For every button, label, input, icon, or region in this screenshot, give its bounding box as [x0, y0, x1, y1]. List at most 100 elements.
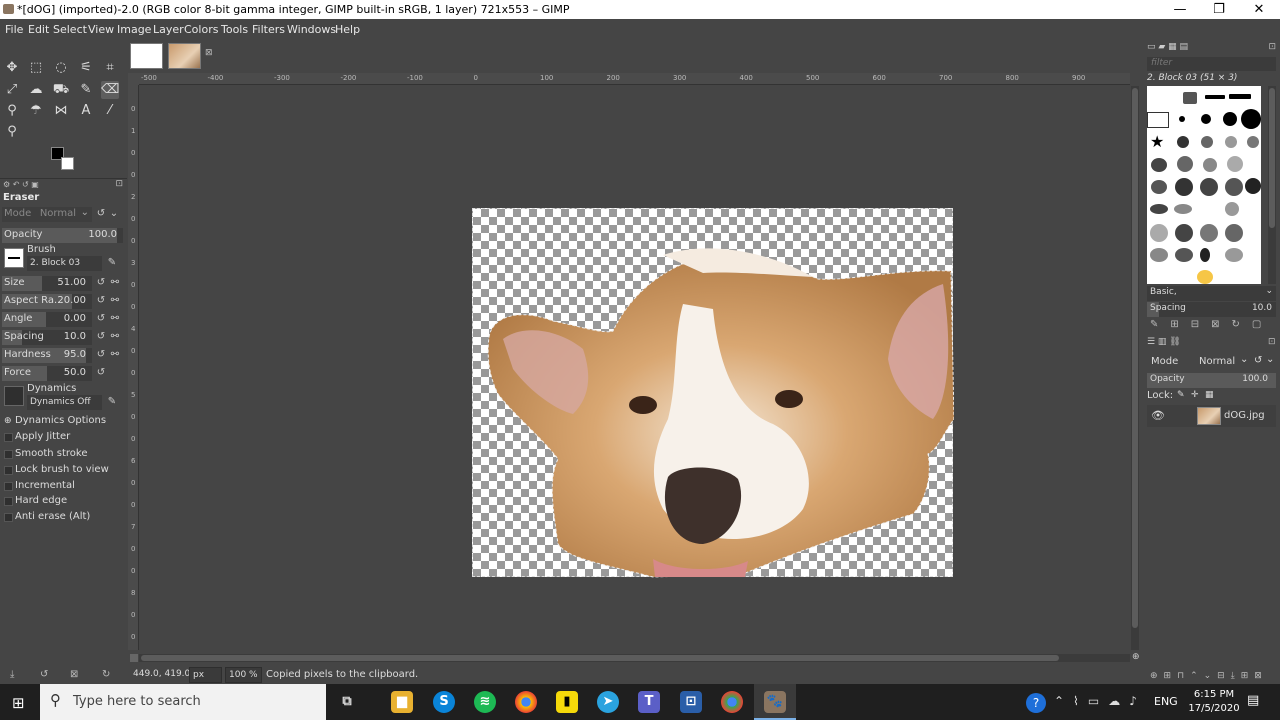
paths-tool-icon[interactable]: ⋈: [52, 102, 70, 120]
ruler-top[interactable]: -500 -400 -300 -200 -100 0 100 200 300 400 500 600 7…: [139, 73, 1130, 85]
image-tab-blank[interactable]: [130, 43, 163, 69]
minimize-button[interactable]: —: [1160, 0, 1200, 19]
menu-windows[interactable]: Windows: [287, 23, 336, 36]
dynamics-options-expander[interactable]: Dynamics Options: [15, 415, 106, 426]
brush-item[interactable]: [1150, 224, 1168, 242]
visibility-eye-icon[interactable]: 👁: [1151, 409, 1165, 422]
brush-item[interactable]: [1205, 95, 1225, 99]
windows-start-icon[interactable]: ⊞: [12, 694, 25, 712]
brush-item[interactable]: [1151, 158, 1167, 172]
vertical-scrollbar[interactable]: [1131, 86, 1139, 650]
app-icon[interactable]: ⊡: [680, 691, 702, 713]
mode-menu-icon[interactable]: ⌄: [108, 207, 120, 221]
sticky-notes-icon[interactable]: ▮: [556, 691, 578, 713]
aspect-reset-icon[interactable]: ↺: [95, 294, 107, 308]
layers-dock-menu-icon[interactable]: ⊡: [1268, 337, 1276, 347]
brushes-tabs[interactable]: ▭ ▰ ▦ ▤: [1147, 42, 1188, 52]
size-reset-icon[interactable]: ↺: [95, 276, 107, 290]
force-slider[interactable]: Force 50.0: [2, 366, 92, 381]
vertical-scroll-thumb[interactable]: [1132, 88, 1138, 628]
brush-item[interactable]: [1174, 204, 1192, 214]
aspect-link-icon[interactable]: ⚯: [109, 294, 121, 308]
layer-mode-reset-icon[interactable]: ↺: [1254, 355, 1262, 366]
rect-select-tool-icon[interactable]: ⬚: [27, 59, 45, 77]
hardness-link-icon[interactable]: ⚯: [109, 348, 121, 362]
angle-link-icon[interactable]: ⚯: [109, 312, 121, 326]
angle-slider[interactable]: Angle 0.00: [2, 312, 92, 327]
quick-mask-toggle[interactable]: [130, 654, 138, 662]
brush-grid[interactable]: ★: [1147, 86, 1261, 284]
spacing-slider[interactable]: Spacing 10.0: [2, 330, 92, 345]
size-slider[interactable]: Size 51.00: [2, 276, 92, 291]
brush-item[interactable]: [1245, 178, 1261, 194]
brush-name-field[interactable]: 2. Block 03: [27, 256, 102, 271]
image-tab-dog[interactable]: [168, 43, 201, 69]
menu-edit[interactable]: Edit: [28, 23, 49, 36]
mode-reset-icon[interactable]: ↺: [95, 207, 107, 221]
close-button[interactable]: ✕: [1239, 0, 1279, 19]
aspect-ratio-slider[interactable]: Aspect Ra... 20.00: [2, 294, 92, 309]
chrome-icon-2[interactable]: [721, 691, 743, 713]
lock-position-icon[interactable]: ✛: [1191, 390, 1199, 400]
telegram-icon[interactable]: ➤: [597, 691, 619, 713]
skype-icon[interactable]: S: [433, 691, 455, 713]
spacing-reset-icon[interactable]: ↺: [95, 330, 107, 344]
horizontal-scroll-thumb[interactable]: [141, 655, 1059, 661]
clone-tool-icon[interactable]: ⚲: [3, 102, 21, 120]
expander-icon[interactable]: ⊕: [4, 416, 12, 426]
mode-select[interactable]: Mode Normal ⌄: [2, 207, 92, 222]
brush-item[interactable]: [1241, 109, 1261, 129]
brush-item[interactable]: [1247, 136, 1259, 148]
notifications-icon[interactable]: ▤: [1247, 693, 1259, 708]
brush-item[interactable]: [1225, 248, 1243, 262]
close-tab-icon[interactable]: ⊠: [205, 48, 213, 58]
menu-select[interactable]: Select: [53, 23, 87, 36]
brush-edit-icon[interactable]: ✎: [106, 256, 118, 270]
opacity-slider[interactable]: Opacity 100.0: [2, 228, 123, 243]
brush-item[interactable]: [1175, 178, 1193, 196]
menu-colors[interactable]: Colors: [184, 23, 218, 36]
horizontal-scrollbar[interactable]: [139, 654, 1130, 662]
lasso-tool-icon[interactable]: ◌: [52, 59, 70, 77]
zoom-tool-icon[interactable]: ⚲: [3, 123, 21, 141]
menu-help[interactable]: Help: [335, 23, 360, 36]
brush-item[interactable]: [1227, 156, 1243, 172]
brush-preset-select[interactable]: Basic, ⌄: [1147, 286, 1276, 301]
brush-item[interactable]: [1150, 204, 1168, 214]
menu-image[interactable]: Image: [117, 23, 151, 36]
lock-alpha-icon[interactable]: ▦: [1205, 390, 1214, 400]
brush-grid-scrollbar[interactable]: [1268, 86, 1276, 284]
save-options-icon[interactable]: ⤓: [10, 669, 14, 680]
language-indicator[interactable]: ENG: [1154, 695, 1178, 708]
apply-jitter-checkbox[interactable]: [4, 433, 13, 442]
smooth-stroke-checkbox[interactable]: [4, 450, 13, 459]
brush-item[interactable]: [1151, 180, 1167, 194]
brush-preview[interactable]: [4, 248, 24, 268]
dock-menu-icon[interactable]: ⊡: [115, 179, 123, 189]
brush-item[interactable]: [1200, 248, 1210, 262]
hardness-slider[interactable]: Hardness 95.0: [2, 348, 92, 363]
crop-tool-icon[interactable]: ⌗: [101, 59, 119, 77]
delete-options-icon[interactable]: ⊠: [70, 669, 78, 680]
layer-opacity-slider[interactable]: Opacity 100.0: [1147, 373, 1276, 388]
angle-reset-icon[interactable]: ↺: [95, 312, 107, 326]
brush-item[interactable]: [1179, 116, 1185, 122]
chrome-icon[interactable]: [515, 691, 537, 713]
menu-layer[interactable]: Layer: [153, 23, 184, 36]
task-view-icon[interactable]: ⧉: [336, 691, 358, 713]
menu-view[interactable]: View: [88, 23, 114, 36]
brush-item[interactable]: [1225, 178, 1243, 196]
tool-options-tab-icon[interactable]: ⚙ ↶ ↺ ▣: [3, 180, 39, 189]
gimp-taskbar-button[interactable]: 🐾: [754, 684, 796, 720]
menu-tools[interactable]: Tools: [221, 23, 248, 36]
brush-item[interactable]: [1183, 92, 1197, 104]
brush-item[interactable]: [1175, 248, 1193, 262]
brush-item[interactable]: [1150, 248, 1168, 262]
warp-tool-icon[interactable]: ☁: [27, 81, 45, 99]
menu-file[interactable]: File: [5, 23, 23, 36]
brush-item[interactable]: [1225, 224, 1243, 242]
move-tool-icon[interactable]: ✥: [3, 59, 21, 77]
lock-brush-checkbox[interactable]: [4, 466, 13, 475]
brush-item[interactable]: [1200, 178, 1218, 196]
dynamics-icon[interactable]: [4, 386, 24, 406]
